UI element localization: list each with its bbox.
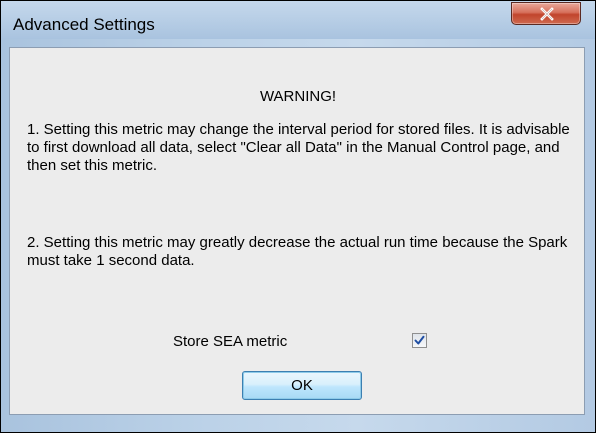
close-x-icon <box>540 7 554 21</box>
warning-paragraph-1: 1. Setting this metric may change the in… <box>27 121 570 174</box>
close-button[interactable] <box>511 2 581 25</box>
window-title: Advanced Settings <box>13 15 155 34</box>
dialog-content: WARNING! 1. Setting this metric may chan… <box>9 47 585 415</box>
warning-paragraph-2: 2. Setting this metric may greatly decre… <box>27 234 568 269</box>
advanced-settings-dialog: Advanced Settings WARNING! 1. Setting th… <box>0 0 596 433</box>
checkmark-icon <box>414 335 425 345</box>
warning-heading: WARNING! <box>259 88 337 105</box>
store-sea-metric-label: Store SEA metric <box>173 333 288 350</box>
title-bar[interactable]: Advanced Settings <box>1 1 595 39</box>
store-sea-metric-checkbox[interactable] <box>412 333 427 348</box>
ok-button[interactable]: OK <box>242 371 362 400</box>
